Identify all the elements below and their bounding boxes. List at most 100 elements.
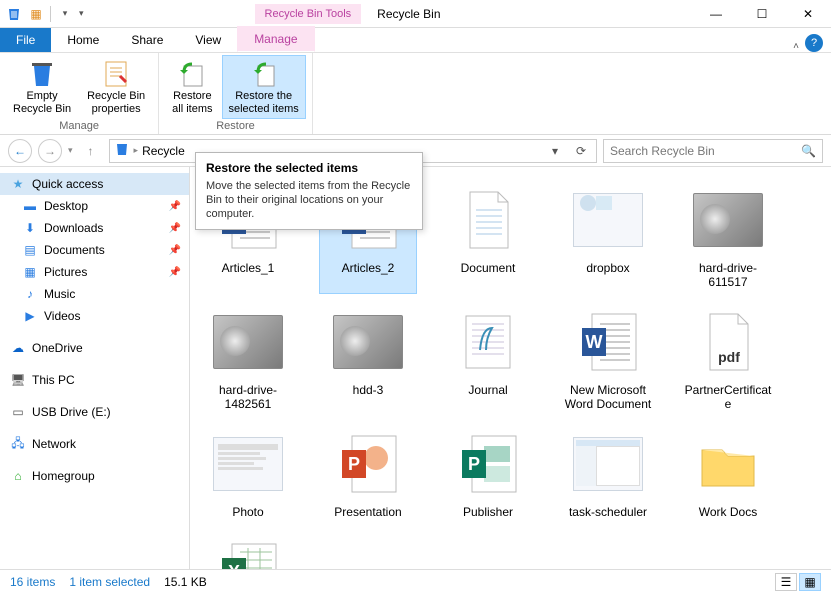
file-thumbnail	[331, 305, 405, 379]
file-item[interactable]: WNew Microsoft Word Document	[560, 301, 656, 415]
file-name: Document	[444, 261, 532, 275]
file-thumbnail	[451, 183, 525, 257]
tab-home[interactable]: Home	[51, 28, 115, 52]
forward-button[interactable]: →	[38, 139, 62, 163]
tab-file[interactable]: File	[0, 28, 51, 52]
contextual-tab-label: Recycle Bin Tools	[255, 4, 362, 24]
minimize-button[interactable]: —	[693, 0, 739, 28]
file-name: PartnerCertificate	[684, 383, 772, 411]
file-item[interactable]: hdd-3	[320, 301, 416, 415]
file-item[interactable]: XWorksheet	[200, 531, 296, 569]
restore-selected-icon	[248, 58, 280, 90]
status-item-count: 16 items	[10, 575, 55, 589]
file-name: Articles_2	[324, 261, 412, 275]
properties-icon	[100, 58, 132, 90]
nav-homegroup[interactable]: ⌂Homegroup	[0, 465, 189, 487]
nav-videos[interactable]: ▶Videos	[0, 305, 189, 327]
music-icon: ♪	[22, 286, 38, 302]
refresh-button[interactable]: ⟳	[570, 144, 592, 158]
close-button[interactable]: ✕	[785, 0, 831, 28]
network-icon: 🖧	[10, 436, 26, 452]
svg-text:W: W	[586, 332, 603, 352]
navigation-pane: ★Quick access ▬Desktop📌 ⬇Downloads📌 ▤Doc…	[0, 167, 190, 569]
documents-icon: ▤	[22, 242, 38, 258]
file-item[interactable]: task-scheduler	[560, 423, 656, 523]
file-thumbnail	[571, 183, 645, 257]
help-button[interactable]: ?	[805, 34, 823, 52]
nav-this-pc[interactable]: 🖥This PC	[0, 369, 189, 391]
file-item[interactable]: PPublisher	[440, 423, 536, 523]
breadcrumb[interactable]: Recycle	[142, 144, 185, 158]
file-item[interactable]: hard-drive-611517	[680, 179, 776, 293]
nav-pictures[interactable]: ▦Pictures📌	[0, 261, 189, 283]
nav-downloads[interactable]: ⬇Downloads📌	[0, 217, 189, 239]
file-name: Journal	[444, 383, 532, 397]
file-item[interactable]: Photo	[200, 423, 296, 523]
file-item[interactable]: Work Docs	[680, 423, 776, 523]
qat-dropdown-icon[interactable]: ▾	[57, 6, 73, 22]
back-button[interactable]: ←	[8, 139, 32, 163]
file-item[interactable]: PPresentation	[320, 423, 416, 523]
nav-documents[interactable]: ▤Documents📌	[0, 239, 189, 261]
file-thumbnail	[451, 305, 525, 379]
downloads-icon: ⬇	[22, 220, 38, 236]
recycle-bin-properties-button[interactable]: Recycle Bin properties	[80, 55, 152, 119]
up-button[interactable]: ↑	[79, 139, 103, 163]
qat-overflow-icon[interactable]: ▾	[79, 8, 84, 19]
nav-onedrive[interactable]: ☁OneDrive	[0, 337, 189, 359]
svg-text:X: X	[228, 562, 240, 569]
file-name: Work Docs	[684, 505, 772, 519]
file-name: Publisher	[444, 505, 532, 519]
ribbon-group-restore: Restore	[216, 120, 255, 134]
file-item[interactable]: hard-drive-1482561	[200, 301, 296, 415]
qat-properties-icon[interactable]: ▦	[28, 6, 44, 22]
pictures-icon: ▦	[22, 264, 38, 280]
file-name: Photo	[204, 505, 292, 519]
nav-quick-access[interactable]: ★Quick access	[0, 173, 189, 195]
view-icons-button[interactable]: ▦	[799, 573, 821, 591]
file-item[interactable]: Document	[440, 179, 536, 293]
label: Restore the selected items	[229, 90, 299, 116]
restore-all-button[interactable]: Restore all items	[165, 55, 219, 119]
view-details-button[interactable]: ☰	[775, 573, 797, 591]
tooltip-body: Move the selected items from the Recycle…	[206, 179, 412, 221]
homegroup-icon: ⌂	[10, 468, 26, 484]
search-input[interactable]: Search Recycle Bin 🔍	[603, 139, 823, 163]
file-item[interactable]: dropbox	[560, 179, 656, 293]
pin-icon: 📌	[169, 267, 181, 278]
label: Recycle Bin properties	[87, 90, 145, 116]
file-thumbnail	[691, 427, 765, 501]
nav-desktop[interactable]: ▬Desktop📌	[0, 195, 189, 217]
nav-music[interactable]: ♪Music	[0, 283, 189, 305]
tab-view[interactable]: View	[179, 28, 237, 52]
search-icon: 🔍	[801, 144, 816, 158]
empty-recycle-bin-button[interactable]: Empty Recycle Bin	[6, 55, 78, 119]
file-thumbnail	[571, 427, 645, 501]
address-dropdown-icon[interactable]: ▾	[544, 144, 566, 158]
ribbon-collapse-icon[interactable]: ˄	[793, 41, 799, 52]
tooltip-title: Restore the selected items	[206, 161, 412, 175]
file-item[interactable]: Journal	[440, 301, 536, 415]
onedrive-icon: ☁	[10, 340, 26, 356]
maximize-button[interactable]: ☐	[739, 0, 785, 28]
recent-locations-dropdown[interactable]: ▾	[68, 145, 73, 156]
label: Empty Recycle Bin	[13, 90, 71, 116]
file-thumbnail	[211, 305, 285, 379]
ribbon: Empty Recycle Bin Recycle Bin properties…	[0, 53, 831, 135]
nav-usb-drive[interactable]: ▭USB Drive (E:)	[0, 401, 189, 423]
videos-icon: ▶	[22, 308, 38, 324]
restore-selected-button[interactable]: Restore the selected items	[222, 55, 306, 119]
usb-icon: ▭	[10, 404, 26, 420]
file-thumbnail: W	[571, 305, 645, 379]
file-name: hard-drive-611517	[684, 261, 772, 289]
breadcrumb-separator-icon[interactable]: ▸	[134, 145, 139, 156]
status-size: 15.1 KB	[164, 575, 207, 589]
window-title: Recycle Bin	[377, 7, 440, 21]
tab-manage[interactable]: Manage	[237, 26, 314, 52]
nav-network[interactable]: 🖧Network	[0, 433, 189, 455]
pin-icon: 📌	[169, 201, 181, 212]
file-item[interactable]: pdfPartnerCertificate	[680, 301, 776, 415]
file-name: dropbox	[564, 261, 652, 275]
tab-share[interactable]: Share	[115, 28, 179, 52]
pin-icon: 📌	[169, 245, 181, 256]
